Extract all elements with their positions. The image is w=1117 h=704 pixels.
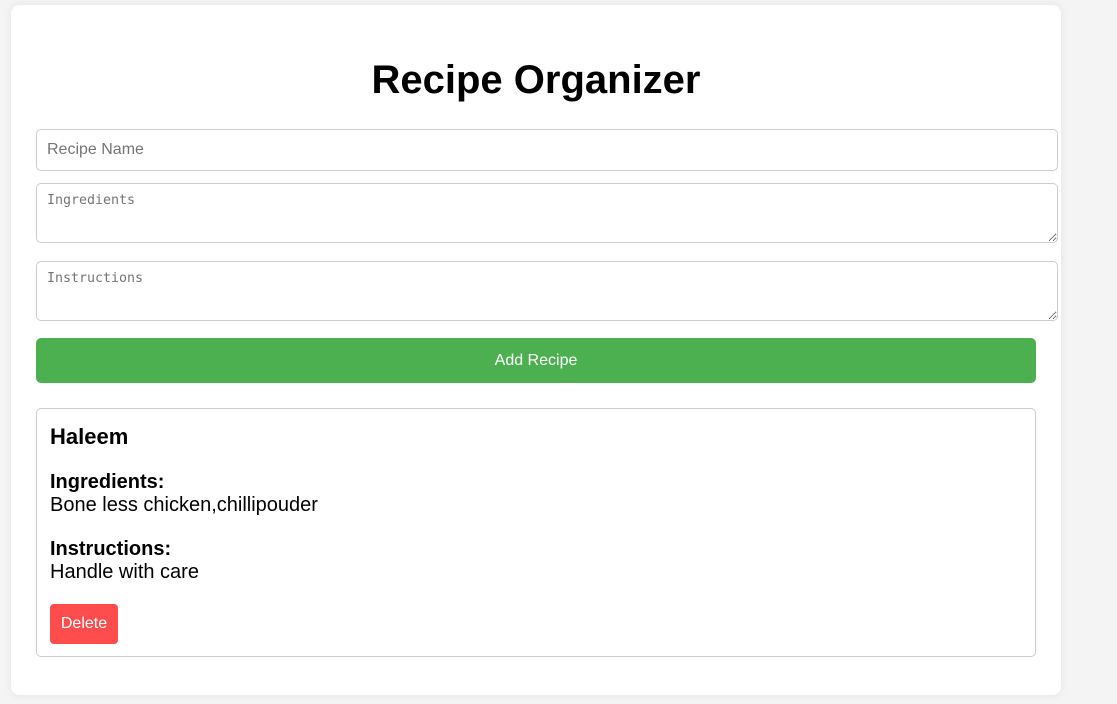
page-title: Recipe Organizer (371, 58, 701, 102)
add-recipe-button[interactable]: Add Recipe (36, 338, 1036, 383)
recipe-ingredients-section: Ingredients: Bone less chicken,chillipou… (50, 471, 318, 517)
ingredients-textarea[interactable] (36, 183, 1058, 243)
ingredients-text: Bone less chicken,chillipouder (50, 494, 318, 516)
instructions-textarea[interactable] (36, 261, 1058, 321)
recipe-instructions-section: Instructions: Handle with care (50, 538, 199, 584)
recipe-title: Haleem (50, 424, 129, 449)
recipe-organizer-container: Recipe Organizer Add Recipe Haleem Ingre… (11, 5, 1061, 695)
recipe-name-input[interactable] (36, 129, 1058, 171)
delete-recipe-button[interactable]: Delete (50, 604, 118, 644)
instructions-text: Handle with care (50, 561, 199, 583)
instructions-label: Instructions: (50, 538, 172, 560)
ingredients-label: Ingredients: (50, 471, 165, 493)
recipe-card: Haleem Ingredients: Bone less chicken,ch… (36, 408, 1036, 657)
